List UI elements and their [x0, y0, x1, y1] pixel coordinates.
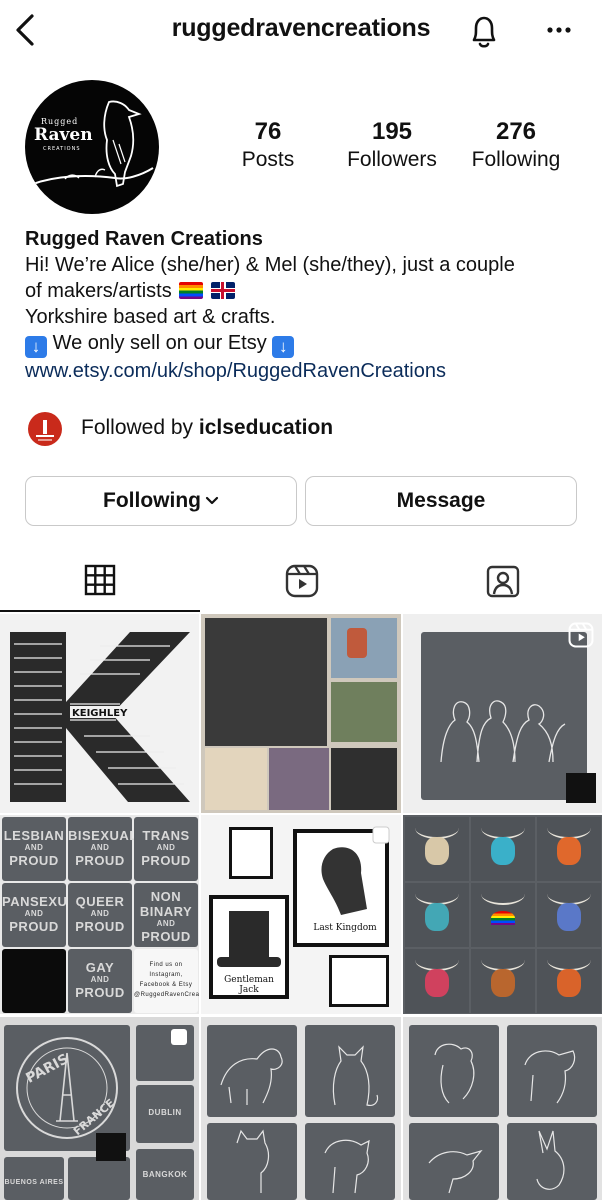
- pride-slate-label: LESBIAN AND PROUD: [3, 828, 65, 868]
- following-button[interactable]: Following: [25, 476, 297, 526]
- follower-avatar: [28, 412, 62, 446]
- stat-value: 276: [495, 118, 537, 145]
- pride-slate: BISEXUAL AND PROUD: [68, 817, 138, 881]
- followed-by[interactable]: Followed by iclseducation: [28, 410, 588, 446]
- post-tile[interactable]: [201, 614, 401, 813]
- chevron-down-icon: [205, 496, 219, 505]
- profile-tabs: [0, 556, 602, 614]
- more-horizontal-icon[interactable]: [540, 12, 580, 48]
- dog-drawing-image: [524, 1050, 576, 1104]
- cat-drawing-image: [236, 1129, 270, 1193]
- grid-icon: [84, 564, 116, 596]
- pride-slate: GAY AND PROUD: [68, 949, 132, 1013]
- post-tile[interactable]: LESBIAN AND PROUD BISEXUAL AND PROUD TRANS AND P…: [0, 815, 199, 1014]
- pendant: [405, 883, 469, 947]
- down-arrow-icon: ↓: [25, 336, 47, 358]
- bio-link[interactable]: www.etsy.com/uk/shop/RuggedRavenCreation…: [25, 358, 590, 384]
- multiple-images-icon: [171, 1029, 187, 1045]
- pendant: [537, 817, 601, 881]
- post-tile[interactable]: KEIGHLEY: [0, 614, 199, 813]
- pendant: [471, 883, 535, 947]
- stat-value: 195: [371, 118, 413, 145]
- tab-posts-grid[interactable]: [0, 556, 200, 612]
- svg-text:KEIGHLEY: KEIGHLEY: [72, 708, 128, 719]
- dog-drawing-image: [324, 1139, 370, 1194]
- pride-slate-label: NON BINARY AND PROUD: [139, 889, 193, 944]
- pendant: [537, 949, 601, 1013]
- dog-drawing-image: [434, 1043, 475, 1104]
- line-drawing-image: [440, 700, 566, 763]
- pride-slate-label: Find us on Instagram, Facebook & Etsy @Rug…: [134, 962, 199, 998]
- stat-posts[interactable]: 76 Posts: [208, 118, 328, 174]
- pendant: [405, 817, 469, 881]
- word-art-k-image: KEIGHLEY: [10, 632, 190, 802]
- stat-followers[interactable]: 195 Followers: [332, 118, 452, 174]
- down-arrow-icon: ↓: [272, 336, 295, 358]
- follower-account: iclseducation: [198, 416, 334, 439]
- pride-slate-label: PANSEXUAL AND PROUD: [2, 894, 86, 934]
- profile-username: ruggedravencreations: [171, 14, 431, 42]
- pride-slate: NON BINARY AND PROUD: [134, 883, 198, 947]
- stat-label: Followers: [347, 148, 437, 171]
- bird-drawing-image: [428, 1149, 483, 1194]
- stat-following[interactable]: 276 Following: [456, 118, 576, 174]
- post-tile[interactable]: Last Kingdom Gentleman Jack: [201, 815, 401, 1014]
- pendant: [471, 949, 535, 1013]
- pride-slate-label: QUEER AND PROUD: [75, 894, 125, 934]
- bio-line: Hi! We’re Alice (she/her) & Mel (she/the…: [25, 254, 515, 276]
- pride-slate: QUEER AND PROUD: [68, 883, 132, 947]
- post-tile[interactable]: [201, 1017, 401, 1200]
- print-caption: Gentleman Jack: [224, 975, 274, 995]
- dog-drawing-image: [220, 1048, 283, 1105]
- post-tile[interactable]: [403, 614, 602, 813]
- cat-drawing-image: [332, 1045, 379, 1106]
- followed-by-text: Followed by iclseducation: [81, 416, 334, 439]
- reels-icon: [285, 564, 319, 598]
- tab-reels[interactable]: [201, 556, 401, 612]
- pride-slate: LESBIAN AND PROUD: [2, 817, 66, 881]
- rabbit-drawing-image: [536, 1130, 565, 1190]
- pride-slate: Find us on Instagram, Facebook & Etsy @Rug…: [134, 949, 199, 1013]
- bio-line: Yorkshire based art & crafts.: [25, 306, 276, 328]
- top-bar: ruggedravencreations: [0, 0, 602, 62]
- reels-icon: [568, 622, 594, 648]
- post-tile[interactable]: PARIS FRANCE DUBLIN BUENOS AIRES BANGKOK: [0, 1017, 199, 1200]
- pendant: [471, 817, 535, 881]
- profile-stats: 76 Posts 195 Followers 276 Following: [0, 118, 602, 178]
- profile-bio: Rugged Raven Creations Hi! We’re Alice (…: [25, 226, 590, 384]
- pendant: [405, 949, 469, 1013]
- pride-slate: TRANS AND PROUD: [134, 817, 198, 881]
- stat-value: 76: [254, 118, 282, 145]
- profile-name: Rugged Raven Creations: [25, 228, 263, 250]
- pride-slate-label: GAY AND PROUD: [75, 960, 125, 1000]
- pride-slate: PANSEXUAL AND PROUD: [2, 883, 86, 947]
- tab-tagged[interactable]: [402, 556, 602, 612]
- uk-flag-icon: [210, 282, 235, 299]
- posts-grid: KEIGHLEY LESBIAN AND PROUD BISEXUAL AND PROUD…: [0, 614, 602, 1200]
- bio-line: ↓ We only sell on our Etsy ↓: [25, 330, 590, 358]
- pride-slate-label: BISEXUAL AND PROUD: [68, 828, 138, 868]
- rainbow-flag-icon: [179, 282, 204, 299]
- post-tile[interactable]: [403, 1017, 602, 1200]
- post-tile[interactable]: [403, 815, 602, 1014]
- multiple-images-icon: [372, 826, 390, 844]
- bio-text: We only sell on our Etsy: [52, 332, 267, 354]
- chevron-left-icon[interactable]: [10, 10, 40, 50]
- message-button[interactable]: Message: [305, 476, 577, 526]
- bio-line: of makers/artists: [25, 278, 590, 304]
- stat-label: Posts: [241, 148, 295, 171]
- stat-label: Following: [471, 148, 561, 171]
- pride-slate-label: TRANS AND PROUD: [141, 828, 191, 868]
- print-caption: Last Kingdom: [313, 923, 377, 933]
- tagged-icon: [486, 565, 520, 598]
- pride-slate: [2, 949, 66, 1013]
- bio-text: of makers/artists: [25, 280, 172, 302]
- bell-icon[interactable]: [466, 12, 502, 52]
- svg-text:FRANCE: FRANCE: [71, 1096, 117, 1138]
- pendant: [537, 883, 601, 947]
